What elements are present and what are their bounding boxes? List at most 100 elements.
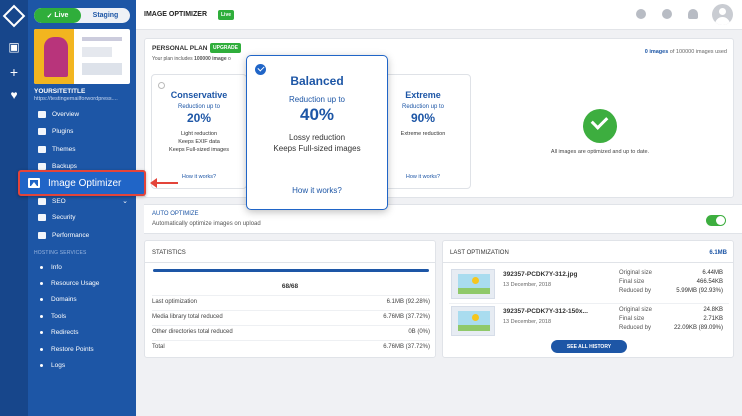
sites-icon[interactable]: ▣ <box>0 40 28 54</box>
grid-icon <box>38 111 46 118</box>
nav-redirects[interactable]: Redirects <box>40 329 78 336</box>
file-date: 13 December, 2018 <box>503 319 552 325</box>
nav-backups[interactable]: Backups <box>28 163 136 170</box>
site-url[interactable]: https://testingemailforwordpress.... <box>34 96 134 102</box>
plan-card: PERSONAL PLAN UPGRADE Your plan includes… <box>144 38 734 198</box>
images-used-rest: of 100000 images used <box>668 49 727 55</box>
nav-plugins[interactable]: Plugins <box>28 128 136 135</box>
auto-optimize-desc: Automatically optimize images on upload <box>152 221 261 227</box>
live-tab[interactable]: ✓ Live <box>34 8 81 23</box>
box-icon <box>38 163 46 170</box>
plan-desc-prefix: Your plan includes <box>152 56 195 62</box>
history-item: 392357-PCDK7Y-312.jpg 13 December, 2018 … <box>449 267 729 301</box>
nav-label: Backups <box>52 163 77 170</box>
nav-seo[interactable]: SEO ⌄ <box>28 197 136 205</box>
nav-overview[interactable]: Overview <box>28 111 136 118</box>
images-used: 0 images of 100000 images used <box>645 49 727 55</box>
option-features: Extreme reduction <box>376 130 470 138</box>
plan-desc-bold: 100000 image <box>194 56 227 62</box>
radio-icon[interactable] <box>158 82 165 89</box>
option-percent: 90% <box>410 111 436 125</box>
last-optimization-title: LAST OPTIMIZATION <box>443 241 733 263</box>
status-text: All images are optimized and up to date. <box>550 149 650 155</box>
help-icon[interactable] <box>662 9 672 19</box>
nav-label: Performance <box>52 232 90 239</box>
bell-icon[interactable] <box>688 9 698 19</box>
nav-themes[interactable]: Themes <box>28 146 136 153</box>
option-name: Extreme <box>405 90 441 100</box>
optimization-progress-bar <box>153 269 429 272</box>
statistics-title: STATISTICS <box>145 241 435 263</box>
see-all-history-button[interactable]: SEE ALL HISTORY <box>551 340 627 353</box>
nav-logs[interactable]: Logs <box>40 362 65 369</box>
pointer-arrow-icon <box>150 178 178 188</box>
stat-label: Media library total reduced <box>152 314 223 320</box>
progress-count: 68/68 <box>281 283 299 290</box>
option-name: Balanced <box>290 74 344 88</box>
option-features: Lossy reduction Keeps Full-sized images <box>247 132 387 154</box>
nav-security[interactable]: Security <box>28 214 136 221</box>
plan-description: Your plan includes 100000 image o <box>152 56 231 62</box>
size-value: 6.44MB <box>702 270 723 276</box>
how-it-works-link[interactable]: How it works? <box>247 186 387 195</box>
nav-label: Restore Points <box>51 346 94 353</box>
stat-value: 6.76MB (37.72%) <box>383 344 430 350</box>
optimization-status: All images are optimized and up to date. <box>515 109 685 155</box>
nav-resource-usage[interactable]: Resource Usage <box>40 280 99 287</box>
option-extreme[interactable]: Extreme Reduction up to 90% Extreme redu… <box>375 74 471 189</box>
option-feature: Keeps Full-sized images <box>169 147 229 153</box>
nav-label: Themes <box>52 146 76 153</box>
auto-optimize-title: AUTO OPTIMIZE <box>152 211 199 217</box>
stat-row: Media library total reduced 6.76MB (37.72… <box>152 314 430 320</box>
nav-info[interactable]: Info <box>40 264 62 271</box>
option-balanced-popup[interactable]: Balanced Reduction up to 40% Lossy reduc… <box>246 55 388 210</box>
bullet-icon <box>40 348 43 351</box>
staging-tab[interactable]: Staging <box>81 8 130 23</box>
bullet-icon <box>40 315 43 318</box>
sidebar-item-image-optimizer[interactable]: Image Optimizer <box>18 170 146 196</box>
nav-label: Plugins <box>52 128 74 135</box>
avatar[interactable] <box>712 4 733 25</box>
stat-value: 6.1MB (92.28%) <box>386 299 430 305</box>
option-feature: Keeps EXIF data <box>178 139 220 145</box>
nav-label: Overview <box>52 111 80 118</box>
option-feature: Light reduction <box>180 131 218 137</box>
nav-restore-points[interactable]: Restore Points <box>40 346 94 353</box>
option-conservative[interactable]: Conservative Reduction up to 20% Light r… <box>151 74 247 189</box>
file-name: 392357-PCDK7Y-312.jpg <box>503 271 578 278</box>
last-optimization-card: LAST OPTIMIZATION 6.1MB 392357-PCDK7Y-31… <box>442 240 734 358</box>
image-icon <box>28 178 40 188</box>
upgrade-button[interactable]: UPGRADE <box>210 43 242 53</box>
palette-icon[interactable] <box>636 9 646 19</box>
sidebar-item-label: Image Optimizer <box>48 177 122 189</box>
size-label: Final size <box>619 279 645 285</box>
nav-label: Resource Usage <box>51 280 100 287</box>
nav-performance[interactable]: Performance <box>28 232 136 239</box>
option-feature: Keeps Full-sized images <box>273 144 361 153</box>
stat-row: Last optimization 6.1MB (92.28%) <box>152 299 430 305</box>
size-value: 24.8KB <box>703 307 723 313</box>
stat-label: Last optimization <box>152 299 198 305</box>
statistics-card: STATISTICS 68/68 Last optimization 6.1MB … <box>144 240 436 358</box>
how-it-works-link[interactable]: How it works? <box>152 174 246 180</box>
site-thumbnail[interactable] <box>34 29 130 84</box>
nav-domains[interactable]: Domains <box>40 296 77 303</box>
add-icon[interactable]: + <box>0 64 28 80</box>
logo-icon[interactable] <box>2 4 26 28</box>
stat-value: 6.76MB (37.72%) <box>383 314 430 320</box>
stat-row: Total 6.76MB (37.72%) <box>152 344 430 350</box>
live-badge: Live <box>218 10 235 20</box>
environment-toggle[interactable]: ✓ Live Staging <box>34 8 130 23</box>
size-label: Reduced by <box>619 325 652 331</box>
stat-row: Other directories total reduced 0B (0%) <box>152 329 430 335</box>
nav-label: Tools <box>51 313 67 320</box>
nav-label: Redirects <box>51 329 79 336</box>
bullet-icon <box>40 282 43 285</box>
nav-tools[interactable]: Tools <box>40 313 66 320</box>
heart-icon[interactable]: ♥ <box>0 88 28 102</box>
option-percent: 20% <box>186 111 212 125</box>
image-thumbnail <box>451 269 495 299</box>
how-it-works-link[interactable]: How it works? <box>376 174 470 180</box>
stat-value: 0B (0%) <box>408 329 430 335</box>
auto-optimize-toggle[interactable] <box>706 215 726 226</box>
